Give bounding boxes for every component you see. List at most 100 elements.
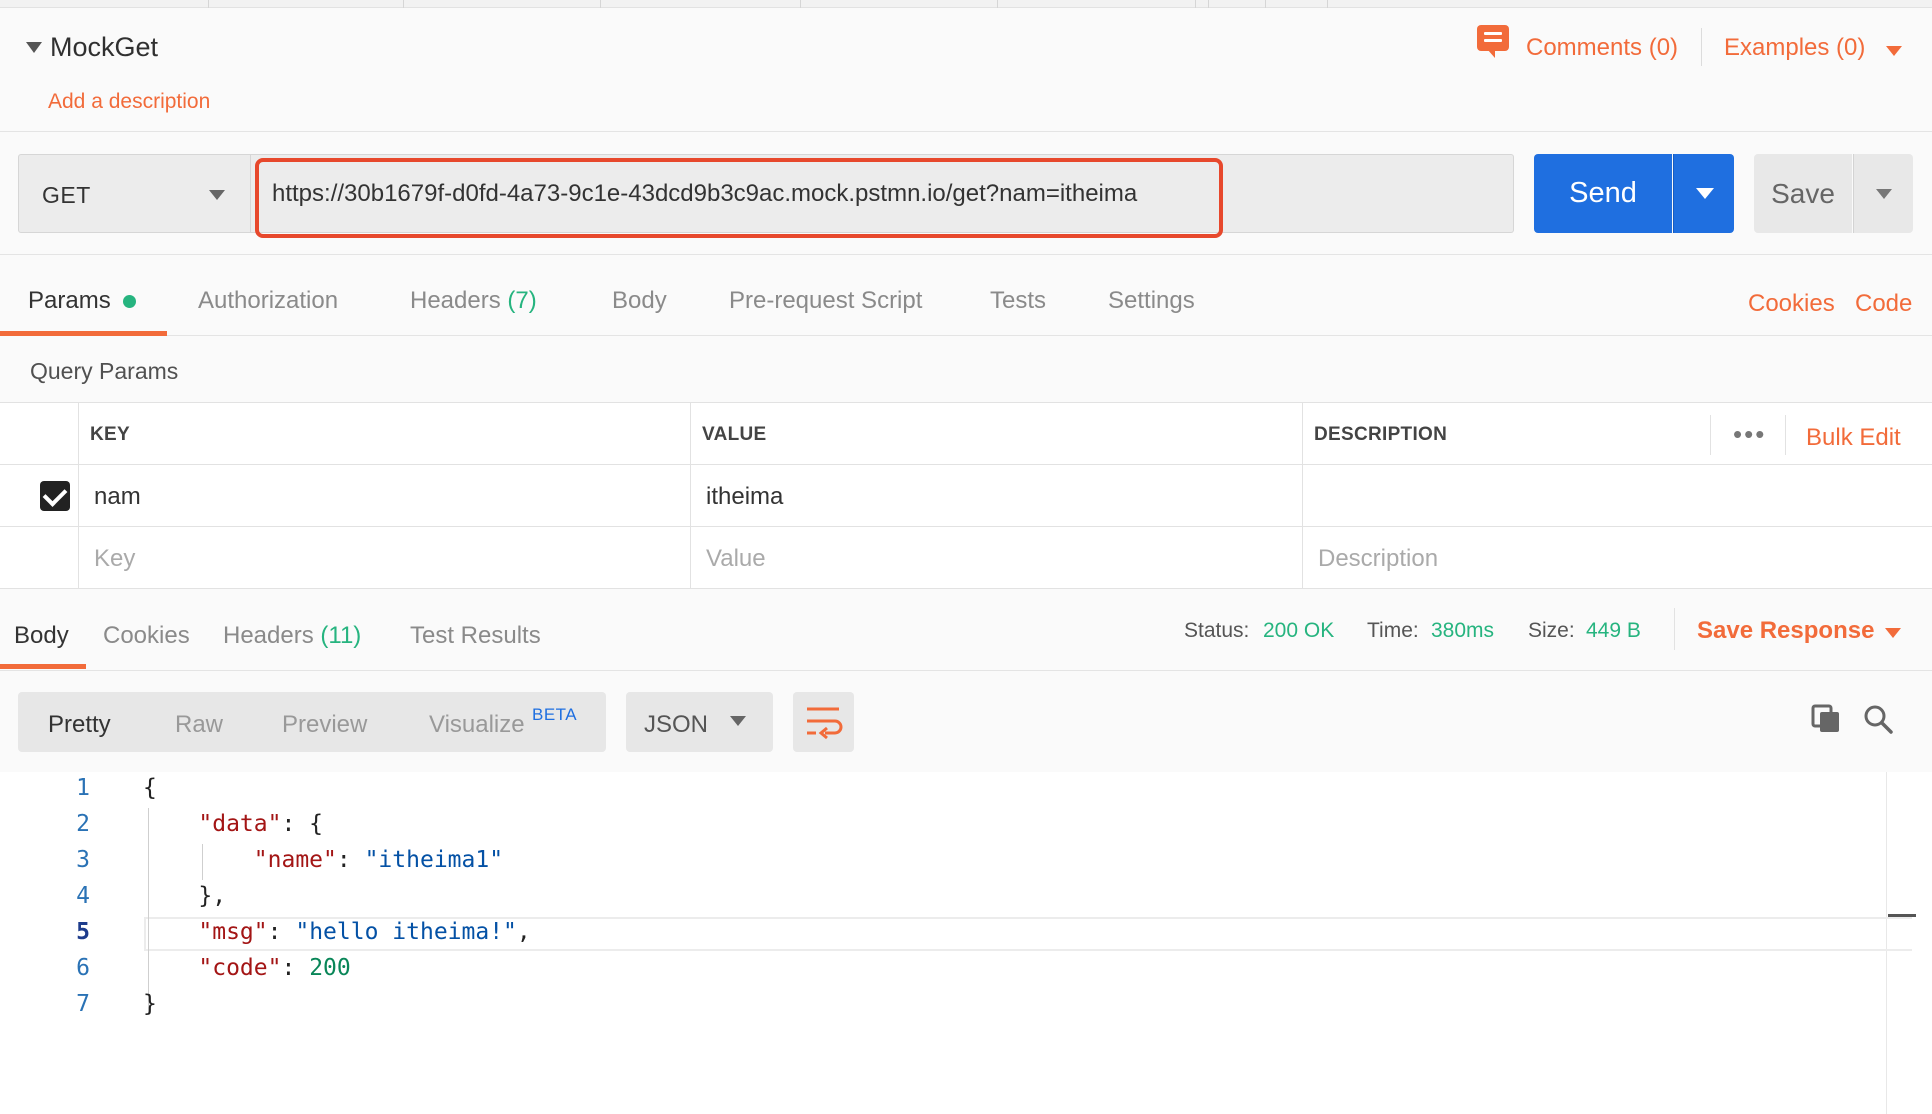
code-line: }	[143, 991, 157, 1017]
save-button[interactable]: Save	[1754, 154, 1852, 233]
code-brace: {	[143, 775, 157, 801]
tab-settings[interactable]: Settings	[1108, 287, 1195, 315]
tab-separator	[1208, 0, 1209, 8]
tab-separator	[403, 0, 404, 8]
active-params-dot	[123, 295, 136, 308]
query-params-title: Query Params	[30, 358, 179, 384]
param-checkbox[interactable]	[40, 481, 70, 511]
wrap-lines-button[interactable]	[793, 692, 854, 752]
bulk-edit-link[interactable]: Bulk Edit	[1806, 424, 1901, 452]
code-link[interactable]: Code	[1855, 290, 1912, 318]
status-label: Status:	[1184, 619, 1250, 642]
chevron-down-icon[interactable]	[1886, 46, 1902, 56]
table-divider	[0, 464, 1932, 465]
tab-response-headers-label: Headers	[223, 622, 314, 649]
save-options-dropdown[interactable]	[1853, 154, 1913, 233]
chevron-down-icon	[209, 190, 225, 200]
copy-icon[interactable]	[1811, 704, 1841, 734]
tab-test-results[interactable]: Test Results	[410, 622, 541, 650]
code-punct: : {	[281, 811, 324, 837]
code-line: "name": "itheima1"	[143, 847, 503, 873]
search-icon[interactable]	[1862, 703, 1894, 735]
comments-link[interactable]: Comments (0)	[1526, 34, 1678, 62]
code-line: "msg": "hello itheima!",	[143, 919, 530, 945]
format-value: JSON	[644, 711, 709, 738]
code-line: {	[143, 775, 157, 801]
tab-separator	[800, 0, 801, 8]
line-number: 5	[76, 919, 90, 945]
table-divider	[1302, 402, 1303, 589]
send-button[interactable]: Send	[1534, 154, 1672, 233]
tab-pre-request-script[interactable]: Pre-request Script	[729, 287, 922, 315]
scroll-marker	[1888, 914, 1916, 917]
divider	[1701, 28, 1702, 66]
column-header-key: KEY	[90, 424, 130, 445]
chevron-down-icon[interactable]	[1885, 628, 1901, 638]
tab-body[interactable]: Body	[612, 287, 667, 315]
description-input[interactable]: Description	[1318, 545, 1438, 573]
size-value[interactable]: 449 B	[1586, 619, 1641, 643]
tab-params[interactable]: Params	[28, 287, 111, 315]
tab-tests[interactable]: Tests	[990, 287, 1046, 315]
params-table	[0, 402, 1932, 589]
active-tab-underline	[0, 664, 86, 669]
url-input[interactable]	[251, 154, 1514, 233]
json-key: "msg"	[198, 919, 268, 945]
request-name[interactable]: MockGet	[50, 32, 158, 63]
headers-count: (7)	[507, 287, 537, 314]
cookies-link[interactable]: Cookies	[1748, 290, 1835, 318]
tab-authorization[interactable]: Authorization	[198, 287, 338, 315]
comment-bubble-icon[interactable]	[1477, 25, 1509, 58]
tab-strip	[0, 0, 1932, 8]
caret-down-icon[interactable]	[26, 42, 42, 53]
tab-response-cookies[interactable]: Cookies	[103, 622, 190, 650]
examples-link[interactable]: Examples (0)	[1724, 34, 1865, 62]
code-line: "data": {	[143, 811, 323, 837]
json-string: "hello itheima!"	[295, 919, 517, 945]
beta-badge: BETA	[532, 705, 578, 724]
param-key[interactable]: nam	[94, 483, 141, 511]
tab-headers[interactable]: Headers (7)	[410, 287, 537, 315]
add-description-link[interactable]: Add a description	[48, 90, 210, 114]
method-value: GET	[42, 182, 91, 208]
divider	[1710, 415, 1711, 455]
save-response-button[interactable]: Save Response	[1697, 617, 1874, 645]
tab-response-headers[interactable]: Headers (11)	[223, 622, 361, 650]
line-number: 4	[76, 883, 90, 909]
code-line: },	[143, 883, 226, 909]
tab-separator	[1265, 0, 1266, 8]
json-number: 200	[309, 955, 351, 981]
tab-headers-label: Headers	[410, 287, 501, 314]
view-pretty[interactable]: Pretty	[48, 711, 111, 739]
divider	[1785, 415, 1786, 455]
table-divider	[690, 402, 691, 589]
view-visualize[interactable]: Visualize	[429, 711, 525, 739]
code-brace: }	[143, 991, 157, 1017]
size-label: Size:	[1528, 619, 1575, 642]
send-options-dropdown[interactable]	[1673, 154, 1734, 233]
indent-guide	[148, 808, 149, 1013]
line-number: 2	[76, 811, 90, 837]
value-input[interactable]: Value	[706, 545, 766, 573]
tab-response-body[interactable]: Body	[14, 622, 69, 650]
tab-separator	[1327, 0, 1328, 8]
view-raw[interactable]: Raw	[175, 711, 223, 739]
tab-separator	[1195, 0, 1196, 8]
divider	[1674, 608, 1675, 650]
key-input[interactable]: Key	[94, 545, 135, 573]
param-value[interactable]: itheima	[706, 483, 783, 511]
code-punct: :	[336, 847, 365, 873]
status-value[interactable]: 200 OK	[1263, 619, 1334, 643]
column-header-description: DESCRIPTION	[1314, 424, 1448, 445]
json-key: "code"	[198, 955, 282, 981]
chevron-down-icon	[730, 716, 746, 726]
active-tab-underline	[0, 331, 167, 336]
table-divider	[78, 402, 79, 589]
code-punct: :	[281, 955, 310, 981]
time-value[interactable]: 380ms	[1431, 619, 1494, 643]
more-options-icon[interactable]: •••	[1733, 421, 1766, 447]
text-wrap-icon	[807, 707, 843, 740]
view-preview[interactable]: Preview	[282, 711, 367, 739]
